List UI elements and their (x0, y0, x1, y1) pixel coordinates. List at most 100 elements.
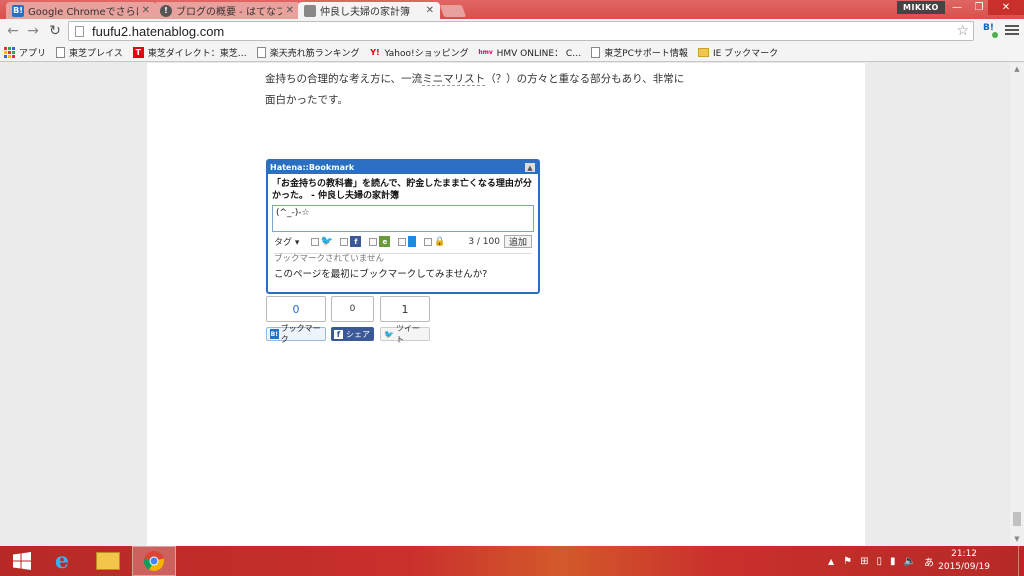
tab-chrome-guide[interactable]: B! Google Chromeでさらに快 ✕ (6, 2, 156, 19)
evernote-icon: e (379, 236, 391, 247)
file-explorer-icon (96, 552, 120, 570)
close-icon[interactable]: ✕ (286, 5, 294, 16)
share-label: ツイート (395, 324, 420, 344)
twitter-icon: 🐦 (320, 236, 334, 247)
twitter-checkbox[interactable] (311, 237, 320, 246)
facebook-checkbox[interactable] (340, 237, 349, 246)
hatena-bookmark-widget: Hatena::Bookmark ▲ 「お金持ちの教科書」を読んで、貯金したまま… (266, 159, 540, 294)
vertical-scrollbar[interactable]: ▲ ▼ (1010, 63, 1024, 546)
private-checkbox[interactable] (424, 237, 433, 246)
evernote-checkbox[interactable] (369, 237, 378, 246)
article-paragraph-line1: 金持ちの合理的な考え方に、一流ミニマリスト（？）の方々と重なる部分もあり、非常に (265, 71, 684, 86)
tweet-button[interactable]: 🐦 ツイート (380, 324, 430, 344)
text-segment: 金持ちの合理的な考え方に、一流 (265, 73, 423, 85)
volume-icon[interactable]: 🔈 (904, 556, 916, 567)
page-icon (75, 25, 84, 37)
widget-pin-icon[interactable]: ▲ (525, 163, 535, 172)
facebook-icon: f (350, 236, 362, 247)
scroll-down-icon[interactable]: ▼ (1013, 535, 1021, 543)
tag-count: 3 / 100 (468, 236, 500, 247)
toshiba-icon: T (132, 46, 144, 58)
comment-input[interactable]: (^_-)-☆ (272, 205, 534, 232)
internet-explorer-icon: e (55, 548, 69, 574)
tab-blog-overview[interactable]: ! ブログの概要 - はてなブログ ✕ (154, 2, 300, 19)
tag-dropdown[interactable]: タグ ▾ (274, 235, 299, 248)
hmv-icon: hmv (478, 48, 493, 56)
taskbar-chrome[interactable] (132, 546, 176, 576)
tab-label: Google Chromeでさらに快 (28, 7, 138, 18)
chrome-menu-icon[interactable] (1005, 22, 1019, 38)
doc-icon (56, 46, 66, 58)
bookmark-hmv[interactable]: hmv HMV ONLINE： C… (478, 46, 582, 59)
tab-label: ブログの概要 - はてなブログ (176, 7, 282, 18)
close-icon[interactable]: ✕ (426, 5, 434, 16)
clock[interactable]: 21:12 2015/09/19 (938, 548, 990, 574)
show-desktop-button[interactable] (1018, 546, 1024, 576)
windows-logo-icon (13, 552, 31, 570)
forward-button[interactable]: → (24, 22, 42, 40)
bookmark-toshiba-place[interactable]: 東芝プレイス (56, 46, 123, 59)
facebook-icon: f (334, 329, 343, 339)
battery-icon[interactable]: ▯ (877, 556, 883, 567)
page-viewport: 金持ちの合理的な考え方に、一流ミニマリスト（？）の方々と重なる部分もあり、非常に… (0, 63, 1024, 546)
clock-time: 21:12 (951, 549, 978, 559)
bookmark-rakuten[interactable]: 楽天売れ筋ランキング (256, 46, 360, 59)
profile-button[interactable]: MIKIKO (897, 1, 945, 14)
taskbar-ie[interactable]: e (40, 546, 84, 576)
back-button[interactable]: ← (4, 22, 22, 40)
bookmark-checkbox[interactable] (398, 237, 407, 246)
facebook-share-button[interactable]: f シェア (331, 327, 374, 341)
facebook-count-bubble[interactable]: 0 (331, 296, 374, 322)
folder-icon (697, 47, 709, 57)
hatena-bookmark-button[interactable]: B! ブックマーク (266, 324, 326, 344)
bookmark-toshiba-support[interactable]: 東芝PCサポート情報 (591, 46, 688, 59)
bookmark-invite-text: このページを最初にブックマークしてみませんか? (274, 269, 488, 280)
new-tab-button[interactable] (439, 5, 467, 17)
windows-icon[interactable]: ⊞ (860, 556, 868, 567)
taskbar-explorer[interactable] (86, 546, 130, 576)
bookmark-flag-icon (408, 236, 417, 247)
bookmark-label: 東芝ダイレクト：東芝… (147, 48, 247, 59)
star-icon[interactable]: ☆ (956, 23, 969, 39)
bookmark-page-title: 「お金持ちの教科書」を読んで、貯金したまま亡くなる理由が分かった。 - 仲良し夫… (272, 179, 532, 201)
share-label: ブックマーク (280, 324, 321, 344)
keyword-link[interactable]: ミニマリスト (422, 73, 486, 86)
show-hidden-icons-icon[interactable]: ▲ (828, 557, 834, 566)
scroll-up-icon[interactable]: ▲ (1013, 65, 1021, 73)
bookmark-toshiba-direct[interactable]: T 東芝ダイレクト：東芝… (132, 46, 247, 59)
clock-date: 2015/09/19 (938, 562, 990, 572)
scroll-thumb[interactable] (1013, 512, 1021, 526)
hatena-count-bubble[interactable]: 0 (266, 296, 326, 322)
url-text: fuufu2.hatenablog.com (92, 23, 225, 39)
apps-grid-icon (4, 46, 15, 58)
text-segment: （？）の方々と重なる部分もあり、非常に (485, 73, 685, 85)
doc-icon (591, 46, 601, 58)
reload-button[interactable]: ↻ (46, 22, 64, 40)
system-tray: ▲ ⚑ ⊞ ▯ ▮ 🔈 あ (828, 546, 934, 576)
browser-toolbar: ← → ↻ fuufu2.hatenablog.com ☆ B! (0, 19, 1024, 43)
tag-label: タグ (274, 238, 293, 248)
bookmark-ie-folder[interactable]: IE ブックマーク (697, 46, 778, 59)
twitter-count-bubble[interactable]: 1 (380, 296, 430, 322)
bookmark-apps[interactable]: アプリ (4, 46, 46, 59)
bookmark-label: アプリ (19, 48, 47, 59)
hatena-blog-icon: ! (160, 4, 172, 17)
bookmark-label: HMV ONLINE： C… (496, 48, 582, 59)
network-icon[interactable]: ▮ (890, 556, 896, 567)
action-center-flag-icon[interactable]: ⚑ (843, 556, 852, 567)
yahoo-icon: Y! (370, 47, 380, 57)
tab-household-budget[interactable]: 仲良し夫婦の家計簿 ✕ (298, 2, 440, 19)
hatena-bookmark-icon: B! (12, 4, 24, 17)
doc-icon (256, 46, 266, 58)
bookmark-label: 東芝PCサポート情報 (604, 48, 688, 59)
blog-content: 金持ちの合理的な考え方に、一流ミニマリスト（？）の方々と重なる部分もあり、非常に… (147, 63, 865, 546)
bookmark-status: ブックマークされていません (274, 254, 384, 264)
start-button[interactable] (0, 546, 44, 576)
add-button[interactable]: 追加 (503, 235, 532, 248)
address-bar[interactable]: fuufu2.hatenablog.com ☆ (68, 21, 974, 41)
ime-indicator[interactable]: あ (924, 554, 934, 569)
window-close-button[interactable]: ✕ (988, 0, 1024, 15)
bookmark-yahoo-shopping[interactable]: Y! Yahoo!ショッピング (370, 46, 468, 59)
close-icon[interactable]: ✕ (142, 5, 150, 16)
hatena-extension-icon[interactable]: B! (983, 23, 999, 39)
